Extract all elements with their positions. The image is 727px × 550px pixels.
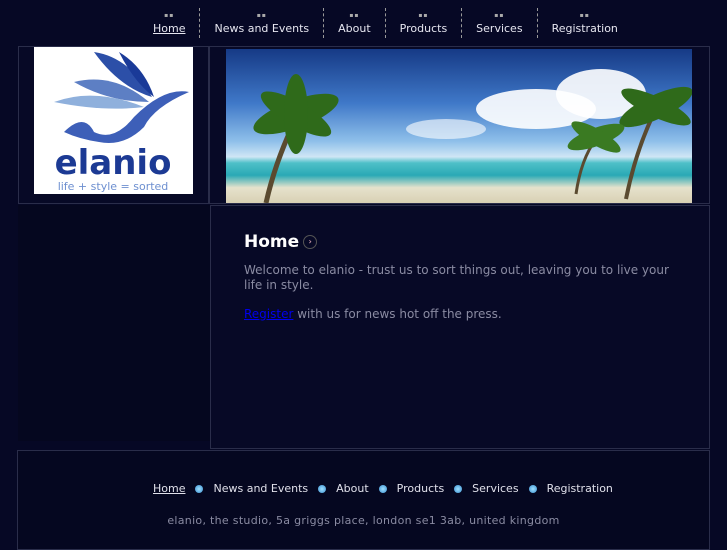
elanio-logo[interactable]: elanio life + style = sorted bbox=[34, 47, 193, 194]
intro-text: Welcome to elanio - trust us to sort thi… bbox=[244, 263, 669, 292]
chevron-right-icon: › bbox=[303, 235, 318, 249]
dots-icon: ▪▪ bbox=[349, 12, 360, 19]
footer-link-services[interactable]: Services bbox=[472, 482, 518, 495]
dots-icon: ▪▪ bbox=[494, 12, 505, 19]
nav-label: Home bbox=[153, 22, 186, 35]
footer-link-registration[interactable]: Registration bbox=[547, 482, 613, 495]
sidebar bbox=[18, 205, 238, 441]
nav-label: Registration bbox=[551, 22, 618, 35]
title-text: Home bbox=[244, 232, 300, 252]
nav-registration[interactable]: ▪▪ Registration bbox=[538, 8, 632, 40]
register-link[interactable]: Register bbox=[244, 307, 293, 321]
nav-label: Products bbox=[399, 22, 448, 35]
nav-label: News and Events bbox=[214, 22, 310, 35]
register-rest-text: with us for news hot off the press. bbox=[293, 307, 502, 321]
footer-link-home[interactable]: Home bbox=[153, 482, 185, 495]
main-content: Home › Welcome to elanio - trust us to so… bbox=[210, 205, 710, 449]
footer-link-products[interactable]: Products bbox=[397, 482, 445, 495]
nav-label: Services bbox=[476, 22, 523, 35]
dots-icon: ▪▪ bbox=[418, 12, 429, 19]
page-title: Home › bbox=[244, 232, 318, 252]
beach-banner-image bbox=[226, 49, 692, 203]
nav-label: About bbox=[338, 22, 371, 35]
dots-icon: ▪▪ bbox=[256, 12, 267, 19]
banner-panel bbox=[209, 46, 710, 204]
dots-icon: ▪▪ bbox=[579, 12, 590, 19]
footer-link-news-and-events[interactable]: News and Events bbox=[213, 482, 308, 495]
top-navigation: ▪▪ Home ▪▪ News and Events ▪▪ About ▪▪ Produ… bbox=[139, 8, 632, 40]
nav-services[interactable]: ▪▪ Services bbox=[462, 8, 536, 40]
svg-text:elanio: elanio bbox=[55, 143, 172, 183]
footer-address: elanio, the studio, 5a griggs place, lon… bbox=[167, 514, 560, 527]
nav-about[interactable]: ▪▪ About bbox=[324, 8, 385, 40]
footer-navigation: Home News and Events About Products Serv… bbox=[153, 482, 613, 495]
bullet-icon bbox=[378, 484, 387, 493]
nav-home[interactable]: ▪▪ Home bbox=[139, 8, 199, 40]
footer-link-about[interactable]: About bbox=[336, 482, 369, 495]
logo-panel: elanio life + style = sorted bbox=[18, 46, 209, 204]
dots-icon: ▪▪ bbox=[164, 12, 175, 19]
register-text: Register with us for news hot off the pr… bbox=[244, 307, 684, 322]
svg-text:life + style = sorted: life + style = sorted bbox=[58, 180, 169, 193]
bullet-icon bbox=[528, 484, 537, 493]
bullet-icon bbox=[454, 484, 463, 493]
nav-products[interactable]: ▪▪ Products bbox=[386, 8, 462, 40]
bullet-icon bbox=[195, 484, 204, 493]
nav-news-and-events[interactable]: ▪▪ News and Events bbox=[200, 8, 323, 40]
footer: Home News and Events About Products Serv… bbox=[17, 450, 710, 550]
bullet-icon bbox=[318, 484, 327, 493]
